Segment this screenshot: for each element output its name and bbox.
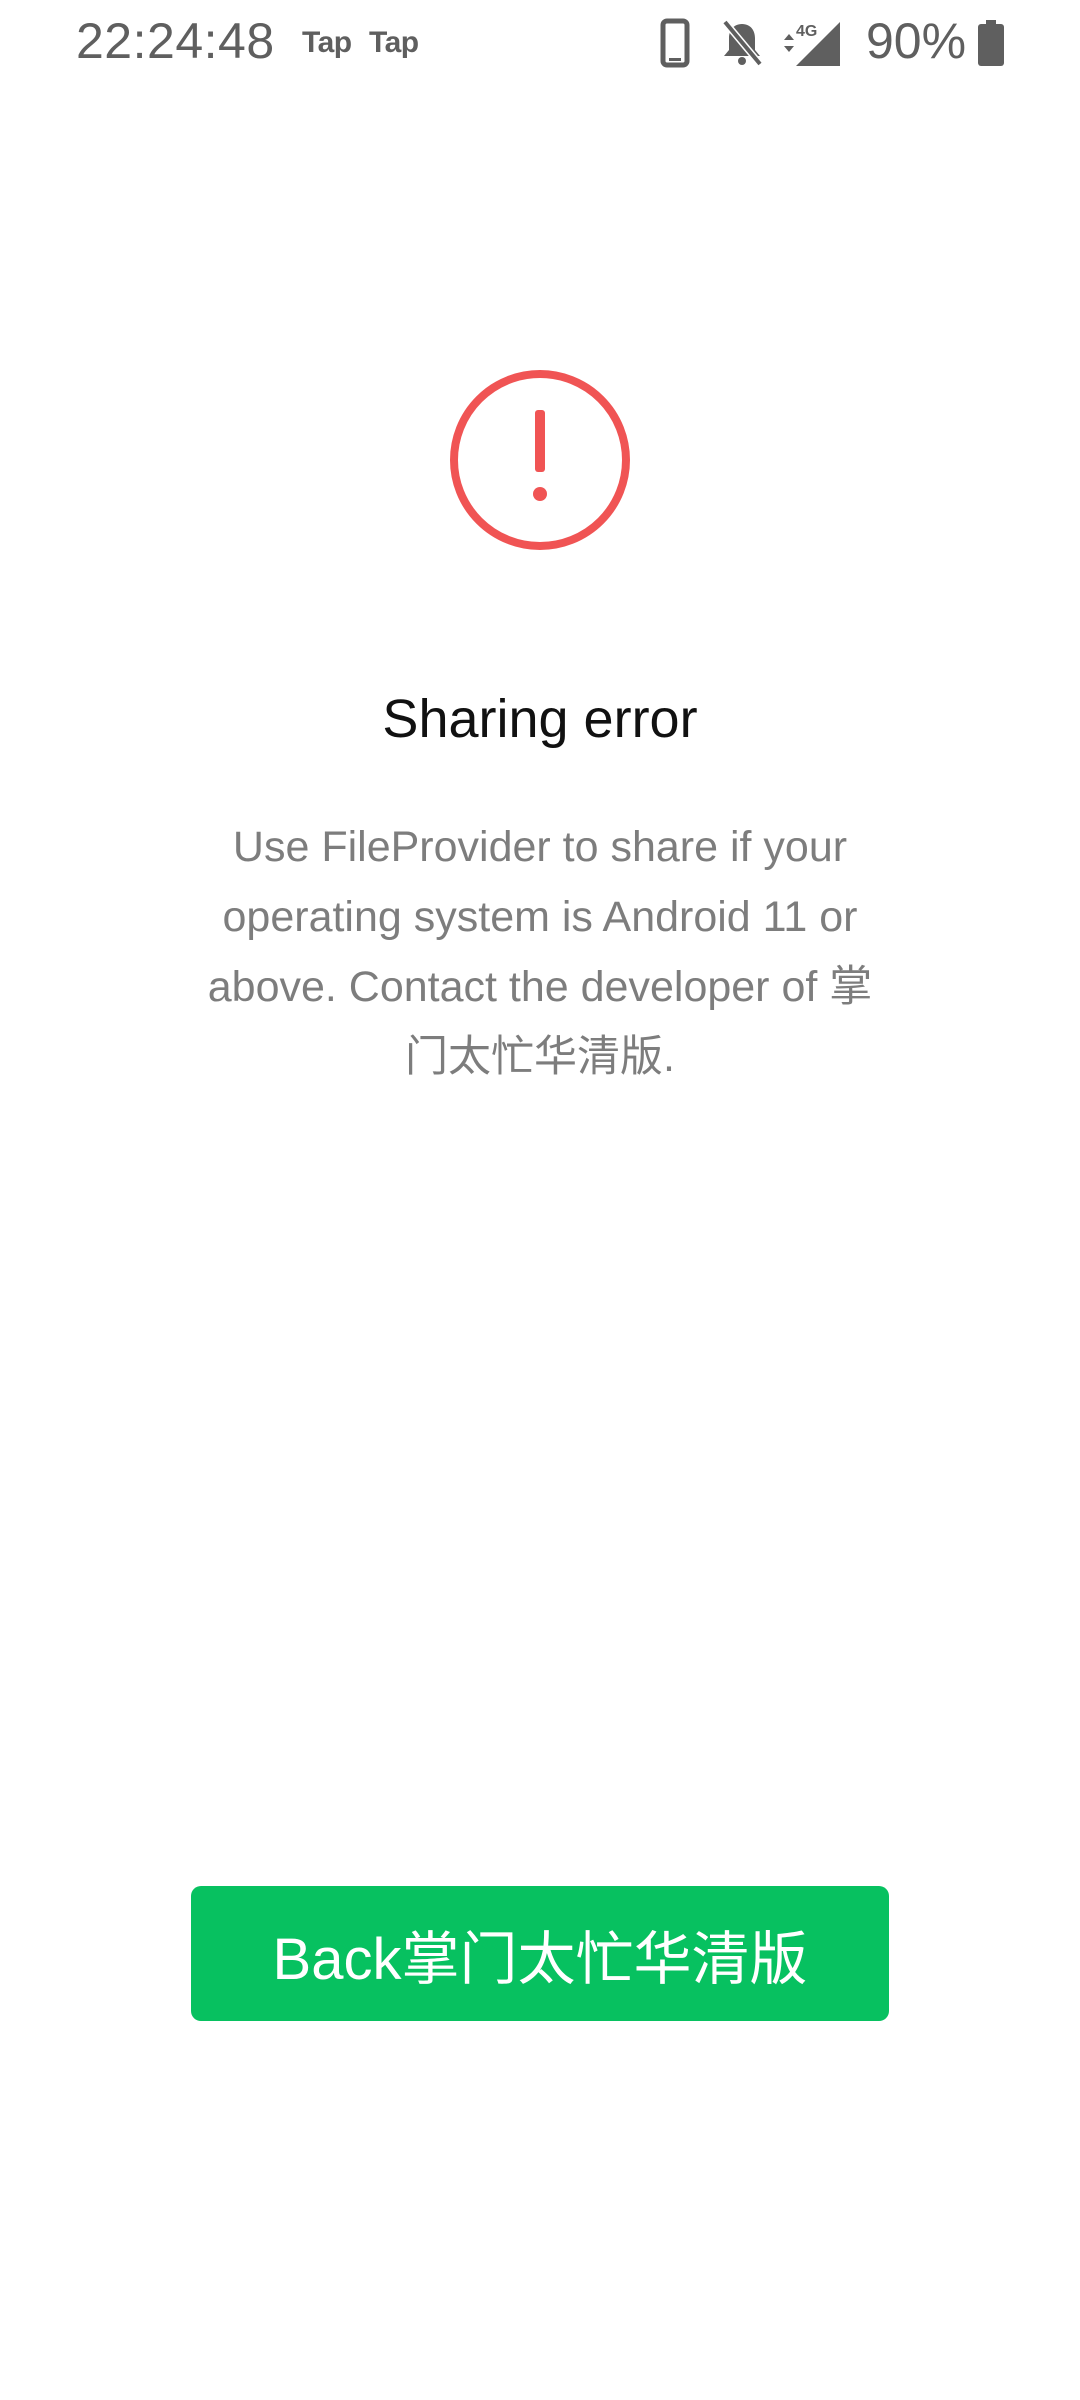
error-message: Use FileProvider to share if your operat…: [207, 823, 873, 1081]
notification-tap-2: Tap: [369, 26, 419, 59]
battery-icon: [978, 20, 1004, 66]
svg-text:4G: 4G: [796, 23, 817, 40]
phone-icon: [660, 18, 690, 68]
back-button-label: Back掌门太忙华清版: [272, 1926, 808, 1992]
error-circle-exclamation-icon: [450, 370, 630, 550]
bell-muted-icon: [722, 19, 763, 67]
battery-percentage: 90%: [866, 13, 967, 69]
notification-tap-1: Tap: [302, 26, 352, 59]
error-title: Sharing error: [382, 689, 698, 749]
status-time: 22:24:48: [76, 13, 275, 69]
back-button[interactable]: Back掌门太忙华清版: [191, 1886, 889, 2021]
status-bar: 22:24:48 Tap Tap 4G 90%: [0, 0, 1080, 90]
signal-4g-icon: 4G: [784, 22, 840, 66]
